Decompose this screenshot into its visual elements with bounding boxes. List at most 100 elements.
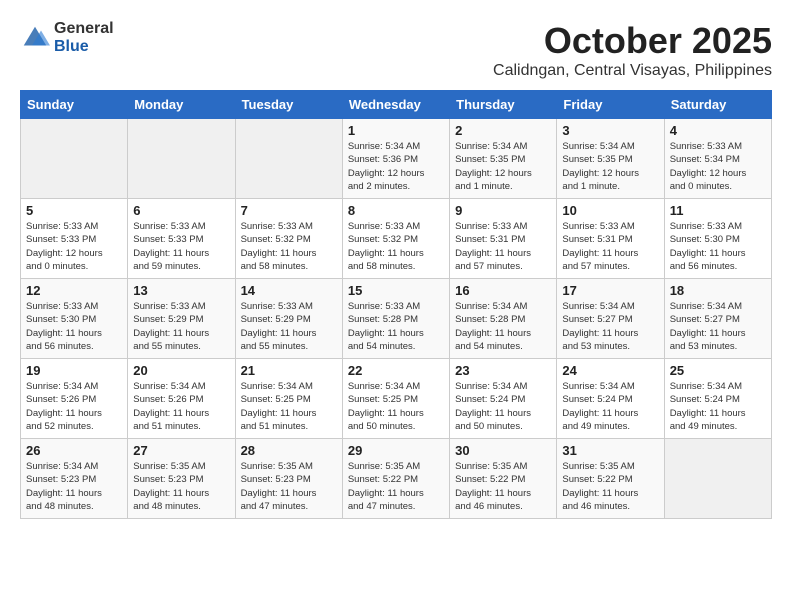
- day-number: 12: [26, 283, 122, 298]
- day-info: Sunrise: 5:35 AM Sunset: 5:22 PM Dayligh…: [562, 460, 658, 513]
- calendar-cell: 2 Sunrise: 5:34 AM Sunset: 5:35 PM Daylig…: [450, 119, 557, 199]
- day-info: Sunrise: 5:34 AM Sunset: 5:25 PM Dayligh…: [348, 380, 444, 433]
- calendar-cell: 5Sunrise: 5:33 AM Sunset: 5:33 PM Daylig…: [21, 199, 128, 279]
- location-title: Calidngan, Central Visayas, Philippines: [493, 62, 772, 80]
- day-number: 13: [133, 283, 229, 298]
- day-info: Sunrise: 5:34 AM Sunset: 5:25 PM Dayligh…: [241, 380, 337, 433]
- calendar-cell: 7 Sunrise: 5:33 AM Sunset: 5:32 PM Daylig…: [235, 199, 342, 279]
- calendar-cell: 31 Sunrise: 5:35 AM Sunset: 5:22 PM Dayli…: [557, 439, 664, 519]
- day-info: Sunrise: 5:34 AM Sunset: 5:24 PM Dayligh…: [455, 380, 551, 433]
- logo-icon: [20, 23, 50, 53]
- calendar-cell: [235, 119, 342, 199]
- day-number: 24: [562, 363, 658, 378]
- day-number: 15: [348, 283, 444, 298]
- calendar-cell: 13 Sunrise: 5:33 AM Sunset: 5:29 PM Dayli…: [128, 279, 235, 359]
- day-info: Sunrise: 5:33 AM Sunset: 5:29 PM Dayligh…: [133, 300, 229, 353]
- day-info: Sunrise: 5:35 AM Sunset: 5:23 PM Dayligh…: [241, 460, 337, 513]
- day-number: 9: [455, 203, 551, 218]
- weekday-header-row: SundayMondayTuesdayWednesdayThursdayFrid…: [21, 91, 772, 119]
- day-number: 26: [26, 443, 122, 458]
- day-info: Sunrise: 5:33 AM Sunset: 5:30 PM Dayligh…: [670, 220, 766, 273]
- day-number: 25: [670, 363, 766, 378]
- calendar-cell: 30 Sunrise: 5:35 AM Sunset: 5:22 PM Dayli…: [450, 439, 557, 519]
- calendar-cell: 6 Sunrise: 5:33 AM Sunset: 5:33 PM Daylig…: [128, 199, 235, 279]
- day-number: 21: [241, 363, 337, 378]
- calendar-cell: 4 Sunrise: 5:33 AM Sunset: 5:34 PM Daylig…: [664, 119, 771, 199]
- day-number: 19: [26, 363, 122, 378]
- calendar-cell: 3 Sunrise: 5:34 AM Sunset: 5:35 PM Daylig…: [557, 119, 664, 199]
- day-info: Sunrise: 5:34 AM Sunset: 5:24 PM Dayligh…: [670, 380, 766, 433]
- day-info: Sunrise: 5:34 AM Sunset: 5:28 PM Dayligh…: [455, 300, 551, 353]
- calendar-cell: 20 Sunrise: 5:34 AM Sunset: 5:26 PM Dayli…: [128, 359, 235, 439]
- weekday-header-friday: Friday: [557, 91, 664, 119]
- day-info: Sunrise: 5:33 AM Sunset: 5:30 PM Dayligh…: [26, 300, 122, 353]
- day-info: Sunrise: 5:33 AM Sunset: 5:29 PM Dayligh…: [241, 300, 337, 353]
- day-number: 7: [241, 203, 337, 218]
- calendar-cell: 22 Sunrise: 5:34 AM Sunset: 5:25 PM Dayli…: [342, 359, 449, 439]
- calendar-cell: 18Sunrise: 5:34 AM Sunset: 5:27 PM Dayli…: [664, 279, 771, 359]
- calendar-cell: 27 Sunrise: 5:35 AM Sunset: 5:23 PM Dayli…: [128, 439, 235, 519]
- day-info: Sunrise: 5:34 AM Sunset: 5:36 PM Dayligh…: [348, 140, 444, 193]
- day-number: 17: [562, 283, 658, 298]
- calendar-cell: 29 Sunrise: 5:35 AM Sunset: 5:22 PM Dayli…: [342, 439, 449, 519]
- calendar-cell: 16 Sunrise: 5:34 AM Sunset: 5:28 PM Dayli…: [450, 279, 557, 359]
- day-number: 22: [348, 363, 444, 378]
- calendar-cell: 28 Sunrise: 5:35 AM Sunset: 5:23 PM Dayli…: [235, 439, 342, 519]
- day-info: Sunrise: 5:33 AM Sunset: 5:32 PM Dayligh…: [348, 220, 444, 273]
- weekday-header-wednesday: Wednesday: [342, 91, 449, 119]
- day-number: 3: [562, 123, 658, 138]
- day-info: Sunrise: 5:35 AM Sunset: 5:23 PM Dayligh…: [133, 460, 229, 513]
- logo-general-text: General: [54, 20, 114, 38]
- weekday-header-sunday: Sunday: [21, 91, 128, 119]
- week-row-4: 26 Sunrise: 5:34 AM Sunset: 5:23 PM Dayli…: [21, 439, 772, 519]
- page-header: General Blue October 2025 Calidngan, Cen…: [20, 20, 772, 80]
- day-number: 16: [455, 283, 551, 298]
- calendar-cell: [21, 119, 128, 199]
- calendar-cell: 14Sunrise: 5:33 AM Sunset: 5:29 PM Dayli…: [235, 279, 342, 359]
- calendar-cell: [664, 439, 771, 519]
- day-number: 10: [562, 203, 658, 218]
- day-info: Sunrise: 5:33 AM Sunset: 5:31 PM Dayligh…: [455, 220, 551, 273]
- day-info: Sunrise: 5:34 AM Sunset: 5:23 PM Dayligh…: [26, 460, 122, 513]
- weekday-header-saturday: Saturday: [664, 91, 771, 119]
- title-section: October 2025 Calidngan, Central Visayas,…: [493, 20, 772, 80]
- calendar-cell: 10Sunrise: 5:33 AM Sunset: 5:31 PM Dayli…: [557, 199, 664, 279]
- day-number: 29: [348, 443, 444, 458]
- calendar-cell: 25 Sunrise: 5:34 AM Sunset: 5:24 PM Dayli…: [664, 359, 771, 439]
- week-row-0: 1Sunrise: 5:34 AM Sunset: 5:36 PM Daylig…: [21, 119, 772, 199]
- day-number: 23: [455, 363, 551, 378]
- day-info: Sunrise: 5:33 AM Sunset: 5:33 PM Dayligh…: [133, 220, 229, 273]
- week-row-3: 19 Sunrise: 5:34 AM Sunset: 5:26 PM Dayli…: [21, 359, 772, 439]
- day-info: Sunrise: 5:34 AM Sunset: 5:26 PM Dayligh…: [133, 380, 229, 433]
- day-info: Sunrise: 5:33 AM Sunset: 5:34 PM Dayligh…: [670, 140, 766, 193]
- calendar-cell: 8Sunrise: 5:33 AM Sunset: 5:32 PM Daylig…: [342, 199, 449, 279]
- day-number: 28: [241, 443, 337, 458]
- day-info: Sunrise: 5:34 AM Sunset: 5:35 PM Dayligh…: [455, 140, 551, 193]
- calendar-cell: 23 Sunrise: 5:34 AM Sunset: 5:24 PM Dayli…: [450, 359, 557, 439]
- day-number: 20: [133, 363, 229, 378]
- day-number: 2: [455, 123, 551, 138]
- week-row-1: 5 Sunrise: 5:33 AM Sunset: 5:33 PM Daylig…: [21, 199, 772, 279]
- day-number: 31: [562, 443, 658, 458]
- calendar-cell: 9 Sunrise: 5:33 AM Sunset: 5:31 PM Daylig…: [450, 199, 557, 279]
- day-info: Sunrise: 5:35 AM Sunset: 5:22 PM Dayligh…: [348, 460, 444, 513]
- calendar-cell: 24 Sunrise: 5:34 AM Sunset: 5:24 PM Dayli…: [557, 359, 664, 439]
- day-info: Sunrise: 5:34 AM Sunset: 5:35 PM Dayligh…: [562, 140, 658, 193]
- week-row-2: 12 Sunrise: 5:33 AM Sunset: 5:30 PM Dayli…: [21, 279, 772, 359]
- calendar-cell: 15Sunrise: 5:33 AM Sunset: 5:28 PM Dayli…: [342, 279, 449, 359]
- day-info: Sunrise: 5:35 AM Sunset: 5:22 PM Dayligh…: [455, 460, 551, 513]
- logo-text: General Blue: [54, 20, 114, 55]
- day-number: 5: [26, 203, 122, 218]
- day-info: Sunrise: 5:34 AM Sunset: 5:24 PM Dayligh…: [562, 380, 658, 433]
- weekday-header-thursday: Thursday: [450, 91, 557, 119]
- calendar-cell: 17 Sunrise: 5:34 AM Sunset: 5:27 PM Dayli…: [557, 279, 664, 359]
- day-info: Sunrise: 5:34 AM Sunset: 5:27 PM Dayligh…: [562, 300, 658, 353]
- calendar-cell: 21 Sunrise: 5:34 AM Sunset: 5:25 PM Dayli…: [235, 359, 342, 439]
- day-number: 27: [133, 443, 229, 458]
- calendar-cell: [128, 119, 235, 199]
- day-info: Sunrise: 5:33 AM Sunset: 5:32 PM Dayligh…: [241, 220, 337, 273]
- day-number: 4: [670, 123, 766, 138]
- day-number: 6: [133, 203, 229, 218]
- calendar-cell: 12 Sunrise: 5:33 AM Sunset: 5:30 PM Dayli…: [21, 279, 128, 359]
- day-number: 30: [455, 443, 551, 458]
